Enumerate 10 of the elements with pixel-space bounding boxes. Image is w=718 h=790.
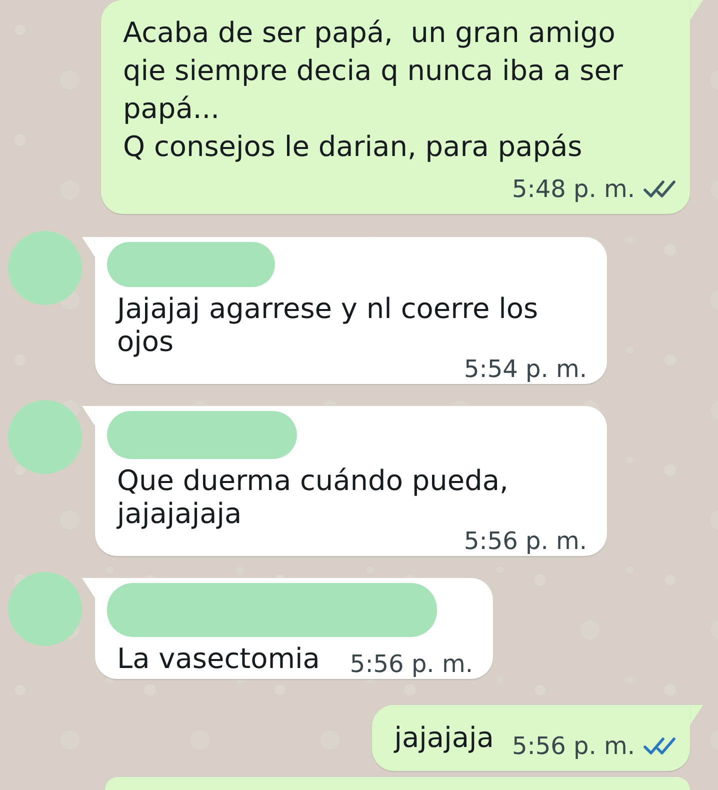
message-text: Que duerma cuándo pueda, jajajajaja xyxy=(117,464,510,530)
message-text: Acaba de ser papá, un gran amigo qie siempre decia q nunca iba a ser papá... Q consejos le darian, para papás xyxy=(123,15,624,165)
message-text: Jajajaj agarrese y nl coerre los ojos xyxy=(117,292,540,358)
message-time: 5:56 p. m. xyxy=(350,653,473,675)
message-time: 5:56 p. m. xyxy=(464,530,587,552)
message-time: 5:56 p. m. xyxy=(512,735,635,757)
message-text: jajajaja xyxy=(394,720,494,756)
message-time: 5:54 p. m. xyxy=(464,358,587,380)
message-text: La vasectomia xyxy=(117,642,320,675)
message-time: 5:48 p. m. xyxy=(512,178,635,200)
